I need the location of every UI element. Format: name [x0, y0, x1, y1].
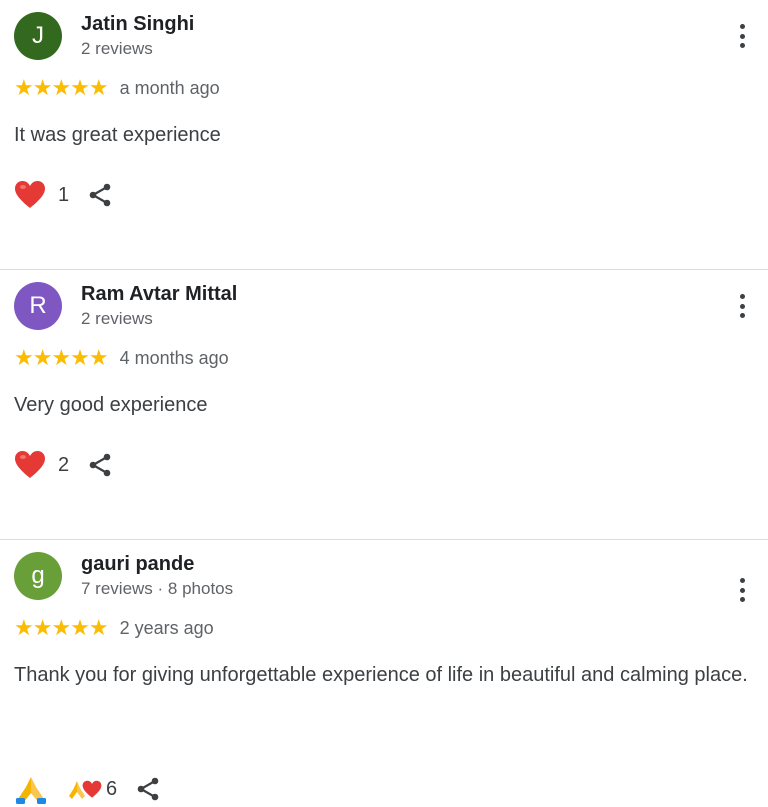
- reviewer-meta: 2 reviews: [81, 39, 153, 58]
- more-vert-icon[interactable]: [730, 576, 754, 604]
- review-actions: 6: [14, 772, 161, 806]
- star-rating: ★★★★★: [14, 75, 109, 100]
- heart-icon: [82, 780, 102, 798]
- rating-row: ★★★★★ 2 years ago: [14, 617, 214, 639]
- reaction-combo[interactable]: 6: [66, 778, 117, 801]
- avatar[interactable]: J: [14, 12, 62, 60]
- review-date: 4 months ago: [119, 347, 229, 368]
- rating-row: ★★★★★ 4 months ago: [14, 347, 229, 369]
- share-icon[interactable]: [135, 776, 161, 802]
- reaction-count: 1: [58, 183, 70, 206]
- review-text: Very good experience: [14, 394, 208, 416]
- heart-icon[interactable]: [14, 450, 46, 480]
- rating-row: ★★★★★ a month ago: [14, 77, 220, 99]
- review-date: a month ago: [119, 77, 220, 98]
- reviewer-meta: 7 reviews · 8 photos: [81, 579, 234, 598]
- review-text: It was great experience: [14, 124, 221, 146]
- review-card: R Ram Avtar Mittal 2 reviews ★★★★★ 4 mon…: [0, 270, 768, 540]
- reviewer-name[interactable]: gauri pande: [81, 553, 194, 576]
- star-rating: ★★★★★: [14, 615, 109, 640]
- share-icon[interactable]: [87, 452, 113, 478]
- avatar[interactable]: R: [14, 282, 62, 330]
- review-actions: 1: [14, 178, 113, 212]
- reaction-count: 6: [106, 777, 118, 800]
- heart-icon[interactable]: [14, 180, 46, 210]
- more-vert-icon[interactable]: [730, 292, 754, 320]
- more-vert-icon[interactable]: [730, 22, 754, 50]
- review-date: 2 years ago: [119, 617, 214, 638]
- avatar[interactable]: g: [14, 552, 62, 600]
- review-card: g gauri pande 7 reviews · 8 photos ★★★★★…: [0, 540, 768, 807]
- review-actions: 2: [14, 448, 113, 482]
- review-text: Thank you for giving unforgettable exper…: [14, 664, 748, 686]
- folded-hands-icon[interactable]: [14, 773, 48, 805]
- reaction-count: 2: [58, 453, 70, 476]
- reviewer-name[interactable]: Jatin Singhi: [81, 13, 194, 36]
- share-icon[interactable]: [87, 182, 113, 208]
- reviewer-name[interactable]: Ram Avtar Mittal: [81, 283, 237, 306]
- review-card: J Jatin Singhi 2 reviews ★★★★★ a month a…: [0, 0, 768, 270]
- star-rating: ★★★★★: [14, 345, 109, 370]
- reviewer-meta: 2 reviews: [81, 309, 153, 328]
